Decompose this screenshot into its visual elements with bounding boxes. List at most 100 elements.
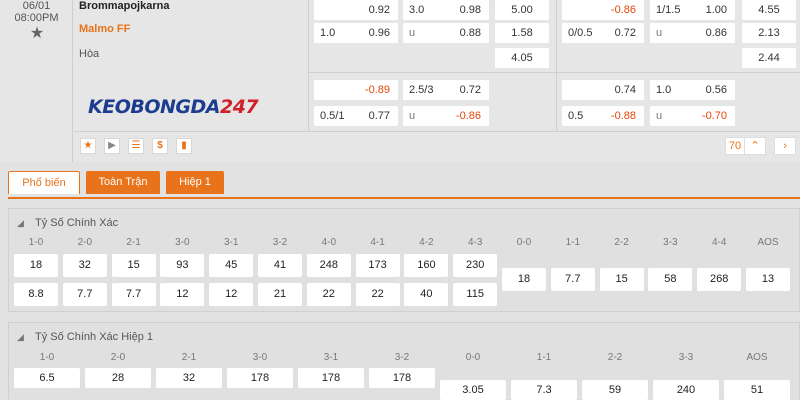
score-odds-cell[interactable]: 93 (160, 254, 205, 277)
score-odds-cell[interactable]: 160 (404, 254, 449, 277)
favorite-star-icon[interactable]: ★ (80, 138, 96, 154)
score-odds-cell[interactable]: 58 (648, 268, 693, 291)
odds-cell-alt-ou-under[interactable]: u -0.86 (403, 106, 489, 126)
odds-cell-ou-over[interactable]: 3.0 0.98 (403, 0, 489, 20)
score-odds-cell[interactable]: 21 (258, 283, 302, 306)
score-header: 1-1 (536, 352, 552, 363)
list-icon[interactable]: ☰ (128, 138, 144, 154)
score-odds-cell[interactable]: 6.5 (14, 368, 80, 388)
score-header: 2-0 (110, 352, 126, 363)
score-odds-cell[interactable]: 240 (653, 380, 719, 400)
home-team-name[interactable]: Brommapojkarna (79, 0, 169, 12)
score-odds-cell[interactable]: 7.7 (550, 268, 595, 291)
favorite-star-icon[interactable]: ★ (29, 26, 45, 42)
tab-first-half[interactable]: Hiệp 1 (166, 171, 224, 194)
score-header: 1-1 (565, 237, 581, 248)
tab-full-match[interactable]: Toàn Trận (86, 171, 160, 194)
score-odds-cell[interactable]: 8.8 (14, 283, 58, 306)
odds-cell-1x2-home[interactable]: 5.00 (495, 0, 549, 20)
stats-icon[interactable]: ▮ (176, 138, 192, 154)
odds-cell-hdp-home[interactable]: 0.92 (314, 0, 398, 20)
dollar-icon[interactable]: $ (152, 138, 168, 154)
score-odds-cell[interactable]: 248 (306, 254, 351, 277)
site-logo: KEOBONGDA247 (88, 96, 259, 118)
section-header[interactable]: ◢ Tỷ Số Chính Xác Hiệp 1 (17, 331, 153, 343)
score-odds-cell[interactable]: 173 (355, 254, 400, 277)
odds-cell-half-hdp-away[interactable]: 0/0.5 0.72 (562, 23, 644, 43)
divider (74, 131, 800, 132)
odds-cell-half-hdp-home[interactable]: -0.86 (562, 0, 644, 20)
score-header: 1-0 (28, 237, 44, 248)
divider (556, 0, 557, 132)
score-odds-cell[interactable]: 7.7 (62, 283, 107, 306)
section-header[interactable]: ◢ Tỷ Số Chính Xác (17, 217, 118, 229)
logo-text-part1: KEOBONGDA (88, 96, 220, 118)
score-odds-cell[interactable]: 45 (209, 254, 254, 277)
odds-cell-half-1x2-home[interactable]: 4.55 (742, 0, 796, 20)
score-header: 3-3 (663, 237, 678, 248)
score-odds-cell[interactable]: 51 (724, 380, 790, 400)
chevron-up-icon[interactable]: ⌃ (744, 137, 766, 155)
score-odds-cell[interactable]: 59 (582, 380, 648, 400)
score-odds-cell[interactable]: 230 (453, 254, 498, 277)
away-team-name[interactable]: Malmo FF (79, 23, 130, 35)
odds-cell-hdp-away[interactable]: 1.0 0.96 (314, 23, 398, 43)
odds-cell-alt-hdp-away[interactable]: 0.5/1 0.77 (314, 106, 398, 126)
score-odds-cell[interactable]: 41 (258, 254, 302, 277)
odds-cell-alt-hdp-home[interactable]: -0.89 (314, 80, 398, 100)
score-header: AOS (746, 352, 768, 363)
odds-cell-half-ou-under[interactable]: u 0.86 (650, 23, 735, 43)
score-odds-cell[interactable]: 178 (298, 368, 364, 388)
play-icon[interactable]: ▶ (104, 138, 120, 154)
more-markets-count[interactable]: 70 (725, 137, 745, 155)
score-odds-cell[interactable]: 22 (355, 283, 400, 306)
score-header: 4-2 (419, 237, 434, 248)
odds-cell-half-1x2-away[interactable]: 2.13 (742, 23, 796, 43)
score-odds-cell[interactable]: 15 (111, 254, 156, 277)
odds-cell-1x2-away[interactable]: 1.58 (495, 23, 549, 43)
odds-cell-half-1x2-draw[interactable]: 2.44 (742, 48, 796, 68)
match-date-column: 06/01 08:00PM ★ (0, 0, 73, 162)
tab-underline (8, 197, 800, 199)
score-header: 3-3 (678, 352, 694, 363)
score-odds-cell[interactable]: 7.3 (511, 380, 577, 400)
score-odds-cell[interactable]: 3.05 (440, 380, 506, 400)
score-odds-cell[interactable]: 32 (62, 254, 107, 277)
tab-popular[interactable]: Phổ biến (8, 171, 80, 194)
divider (308, 0, 309, 132)
chevron-down-icon: ◢ (17, 218, 24, 228)
score-odds-cell[interactable]: 32 (156, 368, 222, 388)
score-odds-cell[interactable]: 13 (746, 268, 790, 291)
score-header: 3-0 (252, 352, 268, 363)
score-odds-cell[interactable]: 18 (14, 254, 58, 277)
score-header: 0-0 (465, 352, 481, 363)
divider (308, 72, 800, 73)
match-time: 08:00PM (14, 12, 59, 24)
score-odds-cell[interactable]: 115 (453, 283, 498, 306)
odds-cell-1x2-draw[interactable]: 4.05 (495, 48, 549, 68)
score-odds-cell[interactable]: 178 (227, 368, 293, 388)
score-odds-cell[interactable]: 40 (404, 283, 449, 306)
score-odds-cell[interactable]: 15 (599, 268, 644, 291)
section-title: Tỷ Số Chính Xác Hiệp 1 (35, 331, 154, 343)
score-odds-cell[interactable]: 28 (85, 368, 151, 388)
score-odds-cell[interactable]: 7.7 (111, 283, 156, 306)
odds-cell-half-ou-over[interactable]: 1/1.5 1.00 (650, 0, 735, 20)
score-header: 2-2 (614, 237, 629, 248)
score-odds-cell[interactable]: 12 (209, 283, 254, 306)
score-odds-cell[interactable]: 178 (369, 368, 435, 388)
odds-cell-ou-under[interactable]: u 0.88 (403, 23, 489, 43)
score-header: 4-4 (711, 237, 727, 248)
score-odds-cell[interactable]: 22 (306, 283, 351, 306)
odds-cell-alt-half-hdp-home[interactable]: 0.74 (562, 80, 644, 100)
score-odds-cell[interactable]: 12 (160, 283, 205, 306)
odds-cell-alt-ou-over[interactable]: 2.5/3 0.72 (403, 80, 489, 100)
score-odds-cell[interactable]: 268 (697, 268, 742, 291)
chevron-right-icon[interactable]: › (774, 137, 796, 155)
score-odds-cell[interactable]: 18 (502, 268, 546, 291)
odds-cell-alt-half-ou-under[interactable]: u -0.70 (650, 106, 735, 126)
odds-cell-alt-half-hdp-away[interactable]: 0.5 -0.88 (562, 106, 644, 126)
score-header: 3-0 (175, 237, 190, 248)
odds-cell-alt-half-ou-over[interactable]: 1.0 0.56 (650, 80, 735, 100)
score-header: 2-1 (181, 352, 197, 363)
